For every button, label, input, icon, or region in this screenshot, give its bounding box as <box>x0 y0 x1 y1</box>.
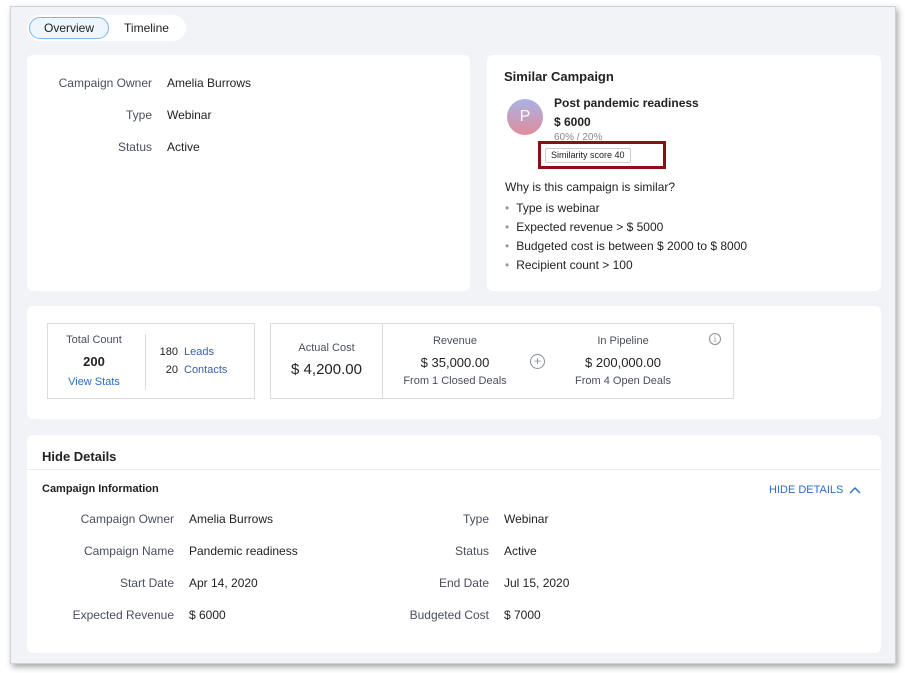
status-value: Active <box>167 140 200 154</box>
tab-overview[interactable]: Overview <box>29 17 110 39</box>
pipeline-subtext: From 4 Open Deals <box>575 375 671 387</box>
view-stats-link[interactable]: View Stats <box>48 376 140 388</box>
similar-campaign-title: Similar Campaign <box>504 69 614 84</box>
reason-item: Expected revenue > $ 5000 <box>505 220 663 234</box>
detail-campaign-name-value: Pandemic readiness <box>189 544 298 558</box>
revenue-value: $ 35,000.00 <box>420 355 490 370</box>
info-icon[interactable]: i <box>709 333 721 345</box>
detail-budgeted-cost-value: $ 7000 <box>504 608 541 622</box>
detail-budgeted-cost-label: Budgeted Cost <box>409 608 489 622</box>
hide-details-toggle[interactable]: HIDE DETAILS <box>769 484 861 496</box>
campaign-owner-label: Campaign Owner <box>58 76 152 90</box>
reason-item: Budgeted cost is between $ 2000 to $ 800… <box>505 239 747 253</box>
actual-cost-label: Actual Cost <box>298 342 355 354</box>
detail-end-date-label: End Date <box>438 576 489 590</box>
total-count-value: 200 <box>83 354 105 369</box>
actual-cost-value: $ 4,200.00 <box>291 361 362 378</box>
hide-details-link[interactable]: HIDE DETAILS <box>769 484 843 496</box>
detail-status-label: Status <box>454 544 489 558</box>
detail-type-label: Type <box>462 512 489 526</box>
reason-item: Type is webinar <box>505 201 599 215</box>
tab-timeline[interactable]: Timeline <box>109 17 184 39</box>
app-frame: Overview Timeline Campaign Owner Amelia … <box>10 6 896 664</box>
detail-start-date-value: Apr 14, 2020 <box>189 576 258 590</box>
similar-campaign-name[interactable]: Post pandemic readiness <box>554 96 699 110</box>
plus-circle-icon: + <box>530 354 545 369</box>
why-similar-heading: Why is this campaign is similar? <box>505 180 676 194</box>
total-count-label: Total Count <box>66 334 122 346</box>
summary-card: Campaign Owner Amelia Burrows Type Webin… <box>27 55 470 291</box>
contacts-count: 20 <box>165 364 178 376</box>
metrics-card: Total Count 200 View Stats 180 Leads 20 … <box>27 306 881 419</box>
detail-type-value: Webinar <box>504 512 549 526</box>
chevron-up-icon <box>849 487 861 494</box>
similar-campaign-card: Similar Campaign P Post pandemic readine… <box>487 55 881 291</box>
divider <box>145 334 146 390</box>
avatar: P <box>507 99 543 135</box>
type-label: Type <box>125 108 152 122</box>
pipeline-label: In Pipeline <box>597 335 649 347</box>
status-label: Status <box>117 140 152 154</box>
revenue-label: Revenue <box>432 335 478 347</box>
detail-status-value: Active <box>504 544 537 558</box>
detail-campaign-owner-value: Amelia Burrows <box>189 512 274 526</box>
reason-item: Recipient count > 100 <box>505 258 632 272</box>
detail-expected-revenue-label: Expected Revenue <box>72 608 174 622</box>
detail-campaign-name-label: Campaign Name <box>83 544 174 558</box>
detail-start-date-label: Start Date <box>119 576 174 590</box>
campaign-information-title: Campaign Information <box>42 483 159 495</box>
contacts-link[interactable]: Contacts <box>184 364 227 376</box>
details-card: Hide Details Campaign Information HIDE D… <box>27 435 881 653</box>
detail-end-date-value: Jul 15, 2020 <box>504 576 570 590</box>
type-value: Webinar <box>167 108 212 122</box>
financials-box: Actual Cost $ 4,200.00 Revenue $ 35,000.… <box>270 323 734 399</box>
campaign-owner-value: Amelia Burrows <box>167 76 252 90</box>
hide-details-heading: Hide Details <box>42 449 117 464</box>
leads-link[interactable]: Leads <box>184 346 214 358</box>
leads-count: 180 <box>159 346 178 358</box>
revenue-subtext: From 1 Closed Deals <box>403 375 507 387</box>
total-count-box: Total Count 200 View Stats 180 Leads 20 … <box>47 323 255 399</box>
similarity-score-badge: Similarity score 40 <box>545 148 631 163</box>
similar-campaign-amount: $ 6000 <box>554 115 591 129</box>
avatar-letter: P <box>519 108 531 125</box>
detail-expected-revenue-value: $ 6000 <box>189 608 226 622</box>
view-tabs: Overview Timeline <box>27 15 186 41</box>
detail-campaign-owner-label: Campaign Owner <box>80 512 174 526</box>
pipeline-value: $ 200,000.00 <box>585 355 661 370</box>
divider <box>27 469 881 470</box>
